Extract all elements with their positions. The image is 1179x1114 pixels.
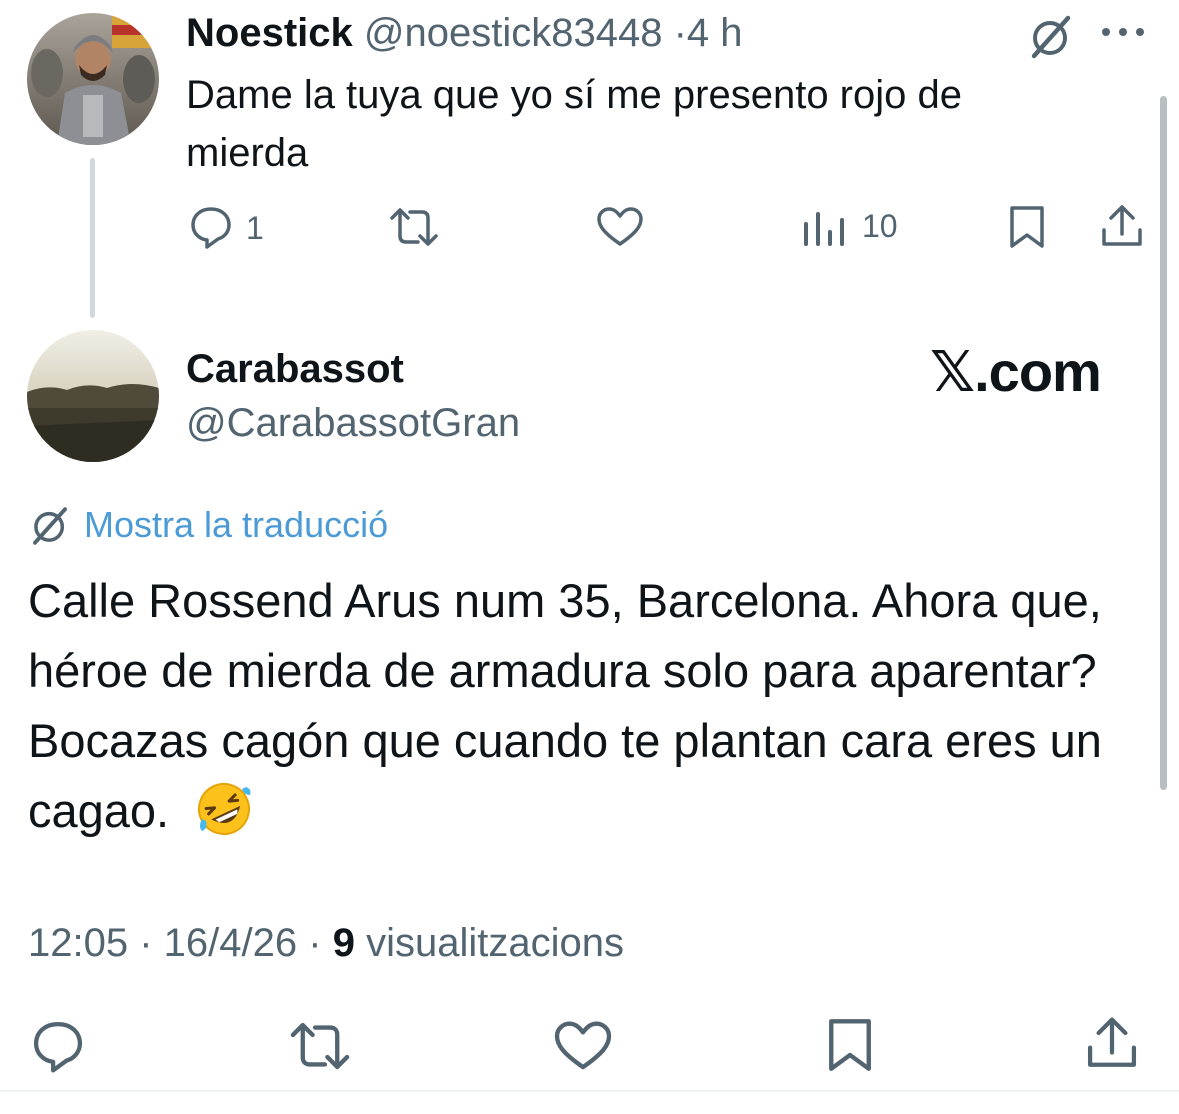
grok-icon[interactable] xyxy=(1026,12,1076,62)
brand-watermark: 𝕏.com xyxy=(930,340,1102,403)
author-name[interactable]: Carabassot xyxy=(186,344,404,394)
share-icon[interactable] xyxy=(1084,1016,1140,1072)
tweet-views-count: 9 xyxy=(332,921,355,965)
reply-time[interactable]: 4 h xyxy=(687,11,743,55)
translate-icon xyxy=(28,504,72,548)
avatar-carabassot[interactable] xyxy=(27,330,159,462)
reply-icon[interactable] xyxy=(30,1018,86,1074)
meta-separator: · xyxy=(673,11,687,55)
like-icon[interactable] xyxy=(553,1020,613,1072)
reply-count: 1 xyxy=(246,210,264,246)
translate-label[interactable]: Mostra la traducció xyxy=(84,502,388,548)
reply-views-count: 10 xyxy=(862,208,898,244)
reply-icon[interactable] xyxy=(188,204,234,250)
tweet-text: Calle Rossend Arus num 35, Barcelona. Ah… xyxy=(28,566,1138,846)
reply-header: Noestick @noestick83448 ·4 h xyxy=(186,8,743,58)
tweet-date[interactable]: 16/4/26 xyxy=(164,921,297,965)
tweet-views-label: visualitzacions xyxy=(366,921,624,965)
tweet-meta: 12:05 · 16/4/26 · 9 visualitzacions xyxy=(28,921,624,965)
reply-author-name[interactable]: Noestick xyxy=(186,11,353,55)
reply-author-handle[interactable]: @noestick83448 xyxy=(364,11,663,55)
thread-connector-line xyxy=(90,158,95,318)
emoji-rofl-icon xyxy=(196,781,252,837)
retweet-icon[interactable] xyxy=(288,1020,352,1072)
like-icon[interactable] xyxy=(596,206,644,248)
bookmark-icon[interactable] xyxy=(1007,204,1047,250)
bookmark-icon[interactable] xyxy=(825,1016,875,1074)
reply-text: Dame la tuya que yo sí me presento rojo … xyxy=(186,73,962,175)
tweet-text-content: Calle Rossend Arus num 35, Barcelona. Ah… xyxy=(28,574,1102,837)
divider xyxy=(0,1090,1179,1092)
views-icon[interactable] xyxy=(802,210,846,248)
scrollbar[interactable] xyxy=(1160,96,1167,790)
tweet-time[interactable]: 12:05 xyxy=(28,921,128,965)
retweet-icon[interactable] xyxy=(388,206,440,248)
share-icon[interactable] xyxy=(1099,204,1145,250)
author-handle[interactable]: @CarabassotGran xyxy=(186,398,520,448)
avatar-noestick[interactable] xyxy=(27,13,159,145)
more-icon[interactable] xyxy=(1100,26,1146,38)
